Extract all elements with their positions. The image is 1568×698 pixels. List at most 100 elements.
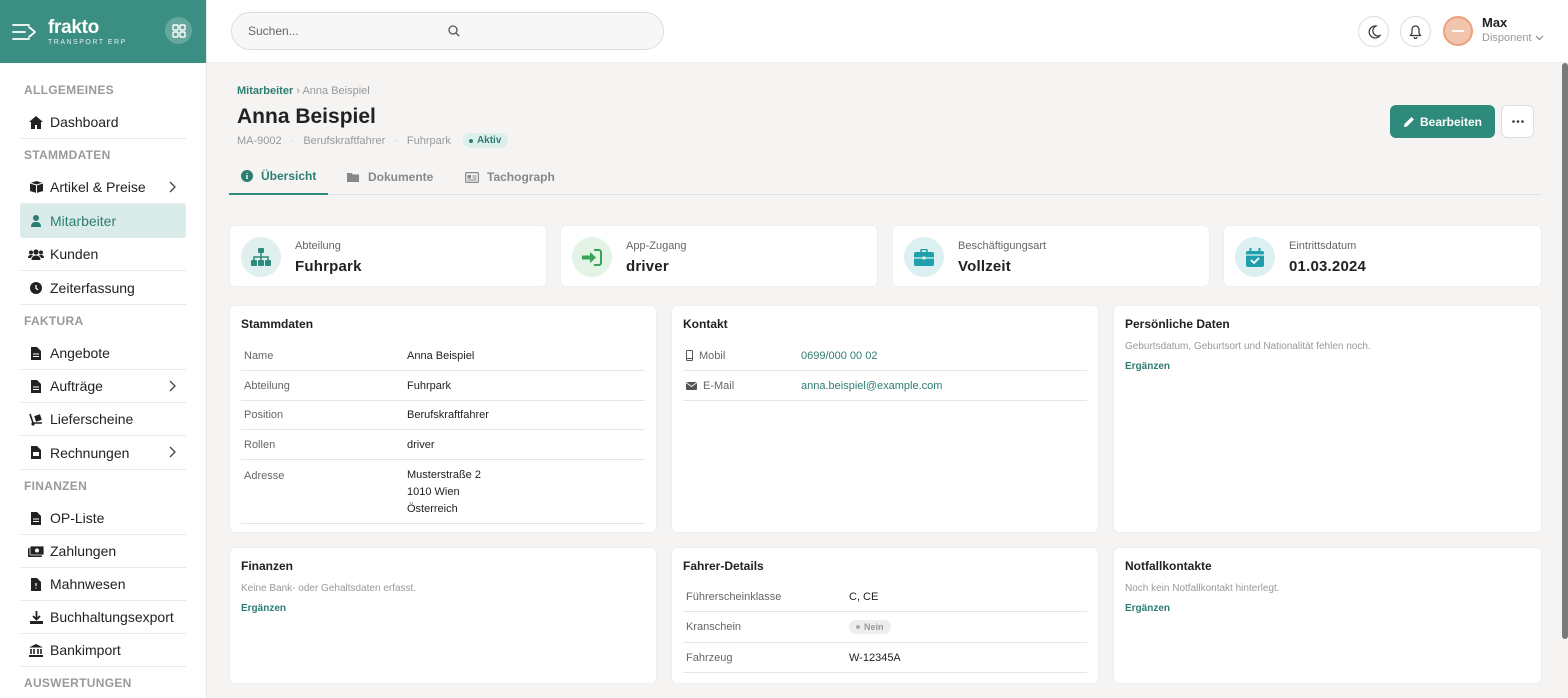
sidebar-item-dashboard[interactable]: Dashboard <box>20 106 186 139</box>
employee-department: Fuhrpark <box>406 134 451 147</box>
table-row: Position Berufskraftfahrer <box>241 401 645 430</box>
table-row: Mobil 0699/000 00 02 <box>683 341 1087 371</box>
sidebar-item-mahnwesen[interactable]: Mahnwesen <box>20 568 186 601</box>
row-label: Position <box>244 409 284 421</box>
chevron-right-icon <box>169 380 176 392</box>
sidebar-item-label: Mahnwesen <box>50 576 126 592</box>
stat-card-beschaeftigungsart: Beschäftigungsart Vollzeit <box>892 225 1210 287</box>
stat-label: Eintrittsdatum <box>1289 240 1357 252</box>
sidebar-item-lieferscheine[interactable]: Lieferscheine <box>20 403 186 436</box>
ergaenzen-link[interactable]: Ergänzen <box>241 603 286 614</box>
employee-meta: MA-9002 · Berufskraftfahrer · Fuhrpark A… <box>237 133 509 148</box>
tab-label: Dokumente <box>368 170 434 184</box>
avatar[interactable] <box>1443 16 1473 46</box>
folder-icon <box>347 172 360 183</box>
sidebar-item-label: Angebote <box>50 345 110 361</box>
email-link[interactable]: anna.beispiel@example.com <box>801 380 942 392</box>
sign-in-icon <box>572 237 612 277</box>
sidebar-item-artikel-preise[interactable]: Artikel & Preise <box>20 171 186 204</box>
file-icon <box>28 346 44 360</box>
fahrer-details-panel: Fahrer-Details Führerscheinklasse C, CE … <box>671 547 1099 684</box>
table-row: Name Anna Beispiel <box>241 341 645 371</box>
sidebar-item-label: Aufträge <box>50 378 103 394</box>
row-value: C, CE <box>849 590 879 603</box>
bank-icon <box>28 643 44 657</box>
kranschein-badge: Nein <box>849 620 891 634</box>
tab-label: Tachograph <box>487 170 555 184</box>
row-label: Adresse <box>244 470 285 482</box>
tab-bar: Übersicht Dokumente Tachograph <box>229 159 1542 195</box>
empty-note: Noch kein Notfallkontakt hinterlegt. <box>1125 583 1280 594</box>
finanzen-panel: Finanzen Keine Bank- oder Gehaltsdaten e… <box>229 547 657 684</box>
sidebar-item-auftraege[interactable]: Aufträge <box>20 370 186 403</box>
kontakt-table: Mobil 0699/000 00 02 E-Mail anna.beispie… <box>683 341 1087 401</box>
sidebar-item-label: Bankimport <box>50 642 121 658</box>
stat-label: App-Zugang <box>626 240 687 252</box>
tab-dokumente[interactable]: Dokumente <box>335 159 445 195</box>
money-icon <box>28 545 44 557</box>
logo[interactable]: frakto TRANSPORT ERP <box>48 18 127 46</box>
address-street: Musterstraße 2 <box>407 469 481 481</box>
panel-title: Notfallkontakte <box>1125 559 1212 573</box>
info-icon <box>241 170 253 182</box>
sidebar-item-angebote[interactable]: Angebote <box>20 337 186 370</box>
sidebar-item-label: Zeiterfassung <box>50 279 135 296</box>
sidebar-item-buchhaltungsexport[interactable]: Buchhaltungsexport <box>20 601 186 634</box>
menu-icon[interactable] <box>12 23 38 41</box>
edit-button[interactable]: Bearbeiten <box>1390 105 1495 138</box>
tab-uebersicht[interactable]: Übersicht <box>229 159 329 195</box>
user-name[interactable]: Max <box>1482 15 1507 30</box>
row-label: Rollen <box>244 438 276 451</box>
stat-label: Beschäftigungsart <box>958 240 1047 252</box>
nav-section-stammdaten: STAMMDATEN <box>24 148 111 162</box>
address-city: 1010 Wien <box>407 486 460 498</box>
moon-icon <box>1367 24 1381 39</box>
tab-tachograph[interactable]: Tachograph <box>453 159 567 195</box>
page-title: Anna Beispiel <box>237 105 376 128</box>
stat-value: driver <box>626 258 669 275</box>
sidebar-item-bankimport[interactable]: Bankimport <box>20 634 186 667</box>
ergaenzen-link[interactable]: Ergänzen <box>1125 361 1170 372</box>
chevron-right-icon <box>169 181 176 193</box>
sidebar-item-zahlungen[interactable]: Zahlungen <box>20 535 186 568</box>
persoenliche-daten-panel: Persönliche Daten Geburtsdatum, Geburtso… <box>1113 305 1542 533</box>
sidebar-item-rechnungen[interactable]: Rechnungen <box>20 436 186 469</box>
file-icon <box>28 511 44 525</box>
panel-title: Fahrer-Details <box>683 559 764 573</box>
download-icon <box>28 610 44 624</box>
notifications-button[interactable] <box>1400 16 1431 47</box>
user-role-dropdown[interactable]: Disponent <box>1482 32 1544 44</box>
sitemap-icon <box>241 237 281 277</box>
brand-subtitle: TRANSPORT ERP <box>48 38 127 46</box>
sidebar-item-op-liste[interactable]: OP-Liste <box>20 502 186 535</box>
sidebar-item-label: Dashboard <box>50 114 119 130</box>
sidebar: frakto TRANSPORT ERP ALLGEMEINES Dashboa… <box>0 0 207 698</box>
sidebar-item-label: Rechnungen <box>50 444 130 461</box>
stat-value: Fuhrpark <box>295 258 362 275</box>
brand-bar: frakto TRANSPORT ERP <box>0 0 206 63</box>
search-field[interactable]: Suchen... <box>231 12 664 50</box>
search-icon <box>447 25 648 37</box>
page-scrollbar[interactable] <box>1562 63 1568 639</box>
table-row: Abteilung Fuhrpark <box>241 371 645 401</box>
sidebar-item-kunden[interactable]: Kunden <box>20 238 186 271</box>
dark-mode-button[interactable] <box>1358 16 1389 47</box>
bell-icon <box>1409 24 1422 39</box>
mobile-link[interactable]: 0699/000 00 02 <box>801 350 877 362</box>
tab-label: Übersicht <box>261 169 317 183</box>
ergaenzen-link[interactable]: Ergänzen <box>1125 603 1170 614</box>
sidebar-item-zeiterfassung[interactable]: Zeiterfassung <box>20 271 186 304</box>
briefcase-icon <box>904 237 944 277</box>
kontakt-panel: Kontakt Mobil 0699/000 00 02 E-Mail anna… <box>671 305 1099 533</box>
more-options-button[interactable] <box>1501 105 1534 138</box>
sidebar-item-mitarbeiter[interactable]: Mitarbeiter <box>20 204 186 238</box>
empty-note: Geburtsdatum, Geburtsort und Nationalitä… <box>1125 341 1371 352</box>
search-input[interactable]: Suchen... <box>248 24 448 38</box>
meta-separator: · <box>394 134 398 147</box>
brand-name: frakto <box>48 16 99 38</box>
notfallkontakte-panel: Notfallkontakte Noch kein Notfallkontakt… <box>1113 547 1542 684</box>
nav-section-allgemeines: ALLGEMEINES <box>24 83 114 97</box>
breadcrumb-parent-link[interactable]: Mitarbeiter <box>237 85 293 97</box>
edit-button-label: Bearbeiten <box>1419 114 1483 129</box>
apps-grid-button[interactable] <box>165 17 192 44</box>
